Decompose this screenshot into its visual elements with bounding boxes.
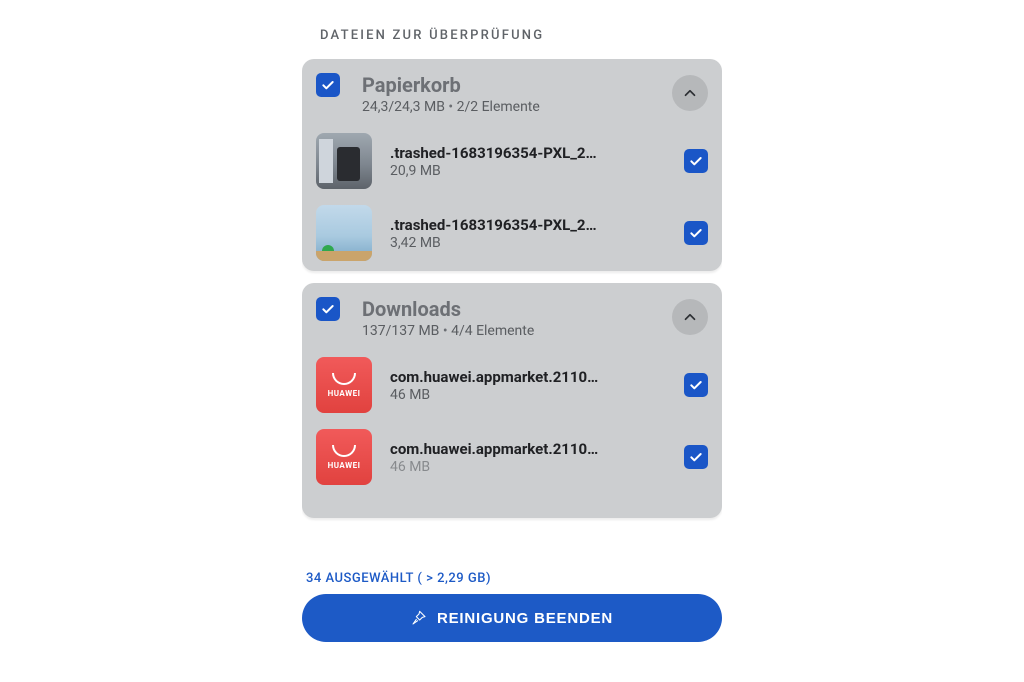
group-papierkorb: Papierkorb 24,3/24,3 MB • 2/2 Elemente .… [302, 59, 722, 271]
thumbnail-image-icon [316, 133, 372, 189]
item-size: 3,42 MB [390, 235, 674, 251]
selection-summary: 34 AUSGEWÄHLT ( > 2,29 GB) [306, 571, 722, 586]
list-item[interactable]: HUAWEI com.huawei.appmarket.2110… 46 MB [302, 349, 722, 421]
thumbnail-image-icon [316, 205, 372, 261]
finish-cleaning-button[interactable]: REINIGUNG BEENDEN [302, 594, 722, 642]
item-checkbox[interactable] [684, 149, 708, 173]
check-icon [320, 77, 336, 93]
list-item[interactable]: HUAWEI com.huawei.appmarket.2110… 46 MB [302, 421, 722, 493]
check-icon [688, 153, 704, 169]
group-subtitle: 24,3/24,3 MB • 2/2 Elemente [362, 99, 672, 115]
check-icon [688, 377, 704, 393]
group-checkbox-papierkorb[interactable] [316, 73, 340, 97]
huawei-app-icon: HUAWEI [316, 357, 372, 413]
broom-icon [411, 610, 427, 626]
check-icon [688, 449, 704, 465]
chevron-up-icon [681, 84, 699, 102]
item-name: com.huawei.appmarket.2110… [390, 440, 674, 458]
item-size: 46 MB [390, 387, 674, 403]
item-checkbox[interactable] [684, 221, 708, 245]
finish-cleaning-label: REINIGUNG BEENDEN [437, 610, 613, 627]
list-item[interactable]: .trashed-1683196354-PXL_2… 20,9 MB [302, 125, 722, 197]
item-size: 20,9 MB [390, 163, 674, 179]
item-checkbox[interactable] [684, 373, 708, 397]
group-checkbox-downloads[interactable] [316, 297, 340, 321]
chevron-up-icon [681, 308, 699, 326]
item-size: 46 MB [390, 459, 674, 475]
collapse-toggle-papierkorb[interactable] [672, 75, 708, 111]
check-icon [320, 301, 336, 317]
check-icon [688, 225, 704, 241]
group-subtitle: 137/137 MB • 4/4 Elemente [362, 323, 672, 339]
review-list-scroll[interactable]: Papierkorb 24,3/24,3 MB • 2/2 Elemente .… [302, 59, 722, 559]
group-title: Downloads [362, 297, 672, 321]
section-title: DATEIEN ZUR ÜBERPRÜFUNG [320, 28, 722, 43]
list-item[interactable]: .trashed-1683196354-PXL_2… 3,42 MB [302, 197, 722, 269]
item-checkbox[interactable] [684, 445, 708, 469]
collapse-toggle-downloads[interactable] [672, 299, 708, 335]
group-downloads: Downloads 137/137 MB • 4/4 Elemente HUAW… [302, 283, 722, 518]
group-title: Papierkorb [362, 73, 672, 97]
huawei-app-icon: HUAWEI [316, 429, 372, 485]
item-name: .trashed-1683196354-PXL_2… [390, 216, 674, 234]
item-name: com.huawei.appmarket.2110… [390, 368, 674, 386]
item-name: .trashed-1683196354-PXL_2… [390, 144, 674, 162]
